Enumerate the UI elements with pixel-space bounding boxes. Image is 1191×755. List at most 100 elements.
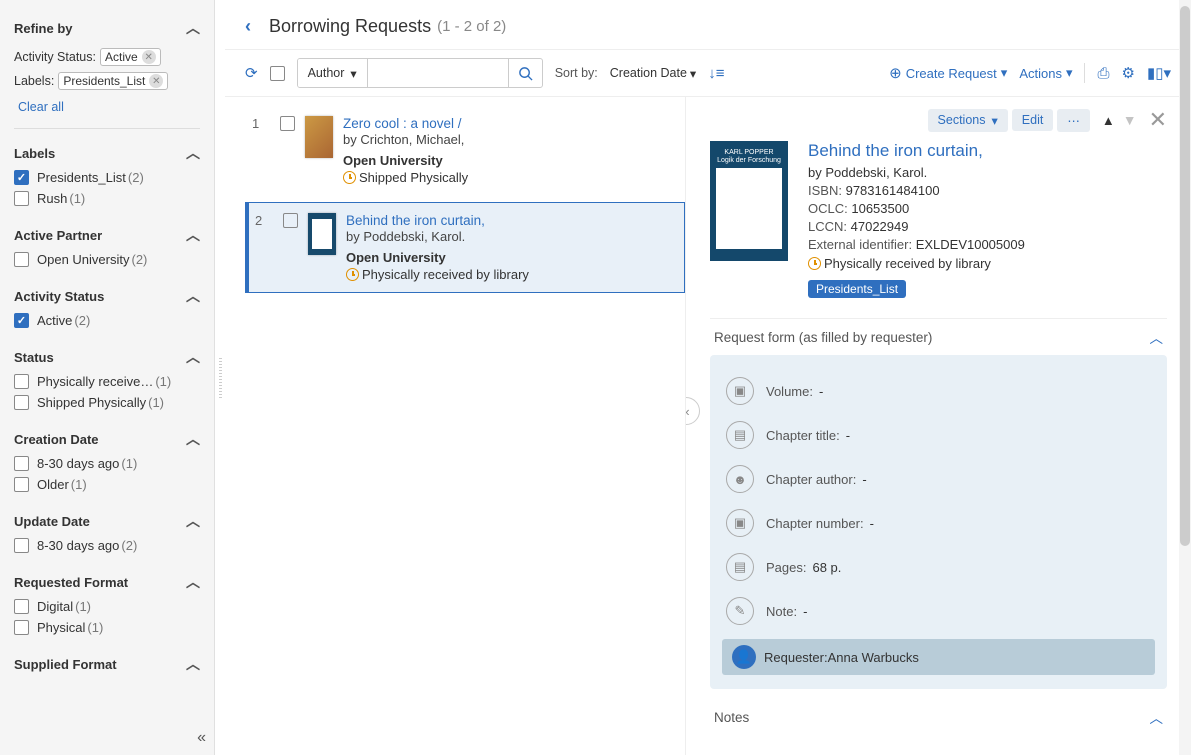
actions-label: Actions [1019, 66, 1062, 81]
facet-label: Presidents_List [37, 170, 126, 185]
search-field-selector[interactable]: Author ▾ [298, 59, 368, 87]
clear-all-link[interactable]: Clear all [14, 96, 64, 124]
next-record-icon: ▼ [1123, 112, 1137, 128]
toolbar: ⟳ Author ▾ Sort by: Creation Date ▾ ↓≡ ⊕… [225, 50, 1191, 97]
select-all-checkbox[interactable] [270, 66, 285, 81]
facet-labels-header[interactable]: Labels ︿ [14, 137, 200, 167]
sections-label: Sections [938, 113, 986, 127]
facet-title: Supplied Format [14, 657, 117, 672]
facet-title: Status [14, 350, 54, 365]
requester-label: Requester: [764, 650, 828, 665]
facet-active-partner-header[interactable]: Active Partner ︿ [14, 219, 200, 249]
edit-button[interactable]: Edit [1012, 109, 1054, 131]
row-checkbox[interactable] [283, 213, 298, 228]
checkbox[interactable] [14, 395, 29, 410]
checkbox[interactable] [14, 456, 29, 471]
facet-supplied-format-header[interactable]: Supplied Format ︿ [14, 648, 200, 678]
notes-section-header[interactable]: Notes ︿ [710, 699, 1167, 735]
more-button[interactable]: ⋯ [1057, 109, 1090, 132]
collapse-detail-icon[interactable]: « [685, 397, 700, 425]
clock-icon [346, 268, 359, 281]
checkbox[interactable] [14, 538, 29, 553]
by-label: by [346, 229, 360, 244]
facet-status-header[interactable]: Status ︿ [14, 341, 200, 371]
facet-update-date-header[interactable]: Update Date ︿ [14, 505, 200, 535]
facet-item-physically-received[interactable]: Physically receive… (1) [14, 371, 200, 392]
checkbox[interactable] [14, 252, 29, 267]
pages-label: Pages: [766, 560, 806, 575]
sections-button[interactable]: Sections ▾ [928, 109, 1008, 132]
chevron-up-icon: ︿ [186, 572, 200, 592]
search-field-label: Author [308, 66, 345, 80]
facet-item-open-university[interactable]: Open University (2) [14, 249, 200, 270]
search-input[interactable] [368, 59, 508, 87]
record-title-link[interactable]: Zero cool : a novel / [343, 116, 468, 131]
facet-item-older[interactable]: Older (1) [14, 474, 200, 495]
record-title-link[interactable]: Behind the iron curtain, [346, 213, 529, 228]
label-tag[interactable]: Presidents_List [808, 280, 906, 298]
filter-chip-active[interactable]: Active ✕ [100, 48, 161, 66]
facet-item-physical[interactable]: Physical (1) [14, 617, 200, 638]
checkbox[interactable] [14, 170, 29, 185]
close-icon[interactable]: ✕ [1149, 107, 1167, 133]
actions-button[interactable]: Actions ▾ [1019, 65, 1072, 81]
isbn-label: ISBN: [808, 183, 842, 198]
checkbox[interactable] [14, 191, 29, 206]
chip-remove-icon[interactable]: ✕ [149, 74, 163, 88]
search-icon[interactable] [508, 59, 542, 87]
chip-text: Active [105, 50, 138, 64]
facet-item-presidents-list[interactable]: Presidents_List (2) [14, 167, 200, 188]
chapter-title-label: Chapter title: [766, 428, 840, 443]
chip-remove-icon[interactable]: ✕ [142, 50, 156, 64]
scrollbar[interactable] [1179, 0, 1191, 755]
checkbox[interactable] [14, 620, 29, 635]
refine-by-label: Refine by [14, 21, 73, 36]
requester-row[interactable]: 👤 Requester: Anna Warbucks [722, 639, 1155, 675]
detail-thumbnail: KARL POPPER Logik der Forschung [710, 141, 788, 261]
row-checkbox[interactable] [280, 116, 295, 131]
facet-count: (2) [74, 313, 90, 328]
create-request-button[interactable]: ⊕ Create Request ▾ [889, 64, 1007, 82]
facet-item-8-30-days[interactable]: 8-30 days ago (1) [14, 453, 200, 474]
isbn-value: 9783161484100 [846, 183, 940, 198]
facet-creation-date-header[interactable]: Creation Date ︿ [14, 423, 200, 453]
sort-selector[interactable]: Creation Date ▾ [610, 66, 696, 81]
view-toggle-icon[interactable]: ▮▯▾ [1147, 64, 1171, 82]
thumbnail [308, 213, 336, 255]
facet-item-update-8-30[interactable]: 8-30 days ago (2) [14, 535, 200, 556]
facet-item-digital[interactable]: Digital (1) [14, 596, 200, 617]
section-title: Request form (as filled by requester) [714, 330, 932, 345]
checkbox[interactable] [14, 374, 29, 389]
facet-item-shipped-physically[interactable]: Shipped Physically (1) [14, 392, 200, 413]
refresh-icon[interactable]: ⟳ [245, 64, 258, 82]
chevron-up-icon: ︿ [186, 511, 200, 531]
filter-chip-presidents-list[interactable]: Presidents_List ✕ [58, 72, 168, 90]
facet-title: Activity Status [14, 289, 104, 304]
export-icon[interactable]: ⎙ [1097, 65, 1109, 82]
record-author: Poddebski, Karol. [363, 229, 465, 244]
chapter-number-icon: ▣ [726, 509, 754, 537]
facet-item-rush[interactable]: Rush (1) [14, 188, 200, 209]
back-icon[interactable]: ‹ [245, 16, 251, 37]
refine-by-header[interactable]: Refine by ︿ [14, 12, 200, 42]
sort-direction-icon[interactable]: ↓≡ [708, 65, 724, 82]
checkbox[interactable] [14, 313, 29, 328]
facet-requested-format-header[interactable]: Requested Format ︿ [14, 566, 200, 596]
collapse-sidebar-icon[interactable]: « [197, 729, 206, 747]
result-row[interactable]: 1 Zero cool : a novel / by Crichton, Mic… [245, 105, 685, 196]
prev-record-icon[interactable]: ▲ [1102, 113, 1115, 128]
drag-handle[interactable] [215, 0, 225, 755]
settings-icon[interactable]: ⚙ [1122, 64, 1135, 82]
request-form-section-header[interactable]: Request form (as filled by requester) ︿ [710, 318, 1167, 355]
facet-count: (2) [121, 538, 137, 553]
facet-title: Active Partner [14, 228, 102, 243]
facet-item-active[interactable]: Active (2) [14, 310, 200, 331]
record-status: Shipped Physically [359, 170, 468, 185]
checkbox[interactable] [14, 477, 29, 492]
facet-activity-status-header[interactable]: Activity Status ︿ [14, 280, 200, 310]
chevron-up-icon: ︿ [186, 654, 200, 674]
row-number: 2 [255, 213, 273, 282]
result-row[interactable]: 2 Behind the iron curtain, by Poddebski,… [245, 202, 685, 293]
checkbox[interactable] [14, 599, 29, 614]
facets-sidebar: Refine by ︿ Activity Status: Active ✕ La… [0, 0, 215, 755]
